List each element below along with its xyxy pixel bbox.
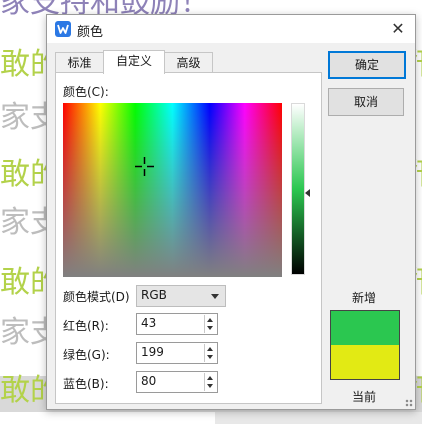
blue-value: 80	[141, 374, 157, 388]
current-color-label: 当前	[352, 390, 377, 404]
red-spinner[interactable]	[204, 315, 216, 333]
doc-highlight-band	[215, 412, 422, 424]
color-mode-value: RGB	[141, 288, 167, 302]
cancel-button[interactable]: 取消	[328, 88, 404, 116]
app-logo-icon	[55, 21, 71, 37]
red-value: 43	[141, 316, 157, 330]
spin-up-icon[interactable]	[207, 376, 213, 380]
green-spinner[interactable]	[204, 344, 216, 362]
color-spectrum[interactable]	[63, 103, 282, 277]
new-color-swatch	[331, 311, 399, 345]
spin-up-icon[interactable]	[207, 347, 213, 351]
tab-custom[interactable]: 自定义	[103, 50, 165, 74]
blue-label: 蓝色(B):	[63, 377, 109, 391]
current-color-swatch	[331, 345, 399, 379]
chevron-down-icon	[211, 294, 219, 299]
spin-down-icon[interactable]	[207, 326, 213, 330]
spin-up-icon[interactable]	[207, 318, 213, 322]
dialog-title: 颜色	[77, 25, 104, 40]
red-label: 红色(R):	[63, 319, 109, 333]
color-mode-label: 颜色模式(D)	[63, 290, 130, 304]
luminance-slider[interactable]	[291, 103, 305, 275]
blue-spinner[interactable]	[204, 373, 216, 391]
luminance-arrow-icon[interactable]	[305, 189, 310, 197]
close-icon[interactable]: ✕	[387, 18, 409, 40]
red-input[interactable]: 43	[136, 313, 218, 335]
blue-input[interactable]: 80	[136, 371, 218, 393]
resize-grip-icon[interactable]	[405, 399, 413, 407]
green-label: 绿色(G):	[63, 348, 110, 362]
color-preview	[330, 310, 400, 380]
green-input[interactable]: 199	[136, 342, 218, 364]
ok-button[interactable]: 确定	[328, 51, 406, 79]
title-bar[interactable]: 颜色 ✕	[47, 15, 415, 43]
crosshair-icon	[135, 157, 154, 176]
tab-standard[interactable]: 标准	[55, 52, 104, 73]
green-value: 199	[141, 345, 164, 359]
color-mode-select[interactable]: RGB	[136, 285, 226, 307]
color-label: 颜色(C):	[63, 85, 109, 99]
color-dialog: 颜色 ✕ 标准 自定义 高级 颜色(C): 颜色模式(D) RGB 红色(R):…	[46, 14, 416, 410]
tab-advanced[interactable]: 高级	[164, 52, 213, 73]
spin-down-icon[interactable]	[207, 355, 213, 359]
spin-down-icon[interactable]	[207, 384, 213, 388]
new-color-label: 新增	[352, 291, 377, 305]
